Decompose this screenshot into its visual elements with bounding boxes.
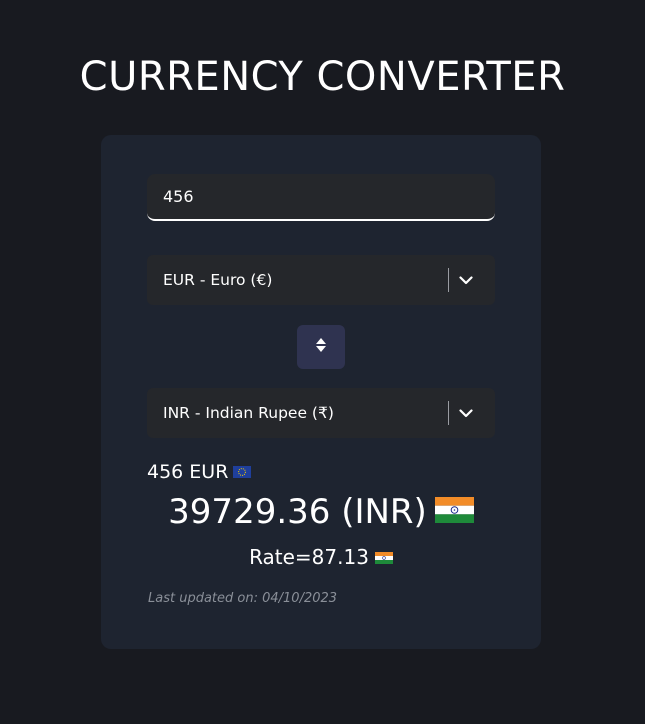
to-currency-label: INR - Indian Rupee (₹) <box>163 404 334 422</box>
page-title: CURRENCY CONVERTER <box>79 54 566 100</box>
swap-vertical-icon <box>315 337 327 357</box>
india-flag-icon <box>374 545 393 569</box>
converted-amount: 39729.36 (INR) <box>101 492 541 532</box>
source-amount: 456 EUR <box>147 461 252 483</box>
chevron-down-icon[interactable] <box>459 255 495 305</box>
swap-currencies-button[interactable] <box>297 325 345 369</box>
exchange-rate: Rate=87.13 <box>101 545 541 569</box>
converter-card: EUR - Euro (€) INR - Indian Rupee (₹) <box>101 135 541 649</box>
india-flag-icon <box>434 492 474 532</box>
amount-input[interactable] <box>147 174 495 221</box>
from-currency-select[interactable]: EUR - Euro (€) <box>147 255 495 305</box>
select-separator <box>448 268 449 292</box>
last-updated-text: Last updated on: 04/10/2023 <box>148 591 338 606</box>
to-currency-select[interactable]: INR - Indian Rupee (₹) <box>147 388 495 438</box>
source-amount-text: 456 EUR <box>147 461 229 483</box>
converted-amount-text: 39729.36 (INR) <box>168 492 427 532</box>
from-currency-label: EUR - Euro (€) <box>163 271 273 289</box>
eu-flag-icon <box>233 461 252 483</box>
exchange-rate-text: Rate=87.13 <box>249 545 369 569</box>
select-separator <box>448 401 449 425</box>
chevron-down-icon[interactable] <box>459 388 495 438</box>
page: CURRENCY CONVERTER EUR - Euro (€) INR - … <box>0 0 645 724</box>
